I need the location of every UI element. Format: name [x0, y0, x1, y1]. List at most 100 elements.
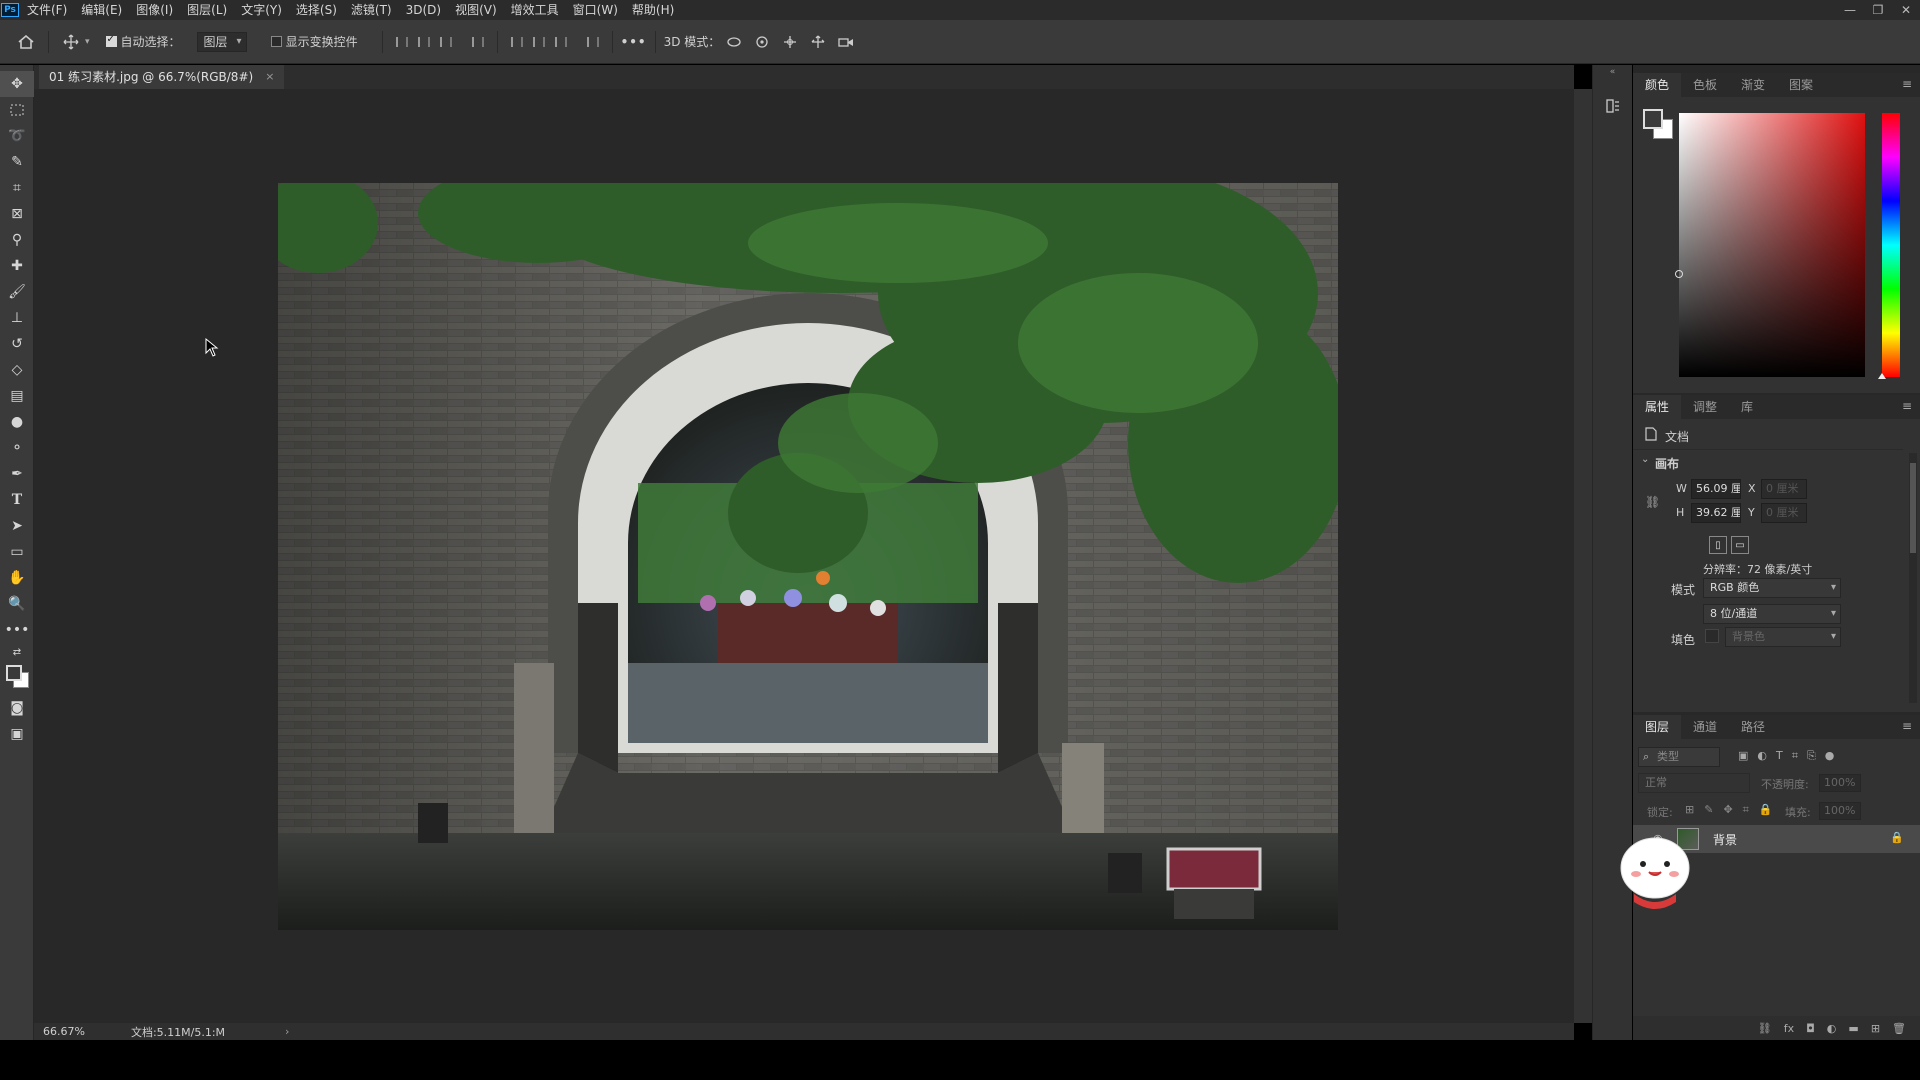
crop-tool-icon[interactable]: ⌗ — [0, 175, 34, 201]
filter-toggle-icon[interactable]: ● — [1825, 749, 1835, 763]
canvas-vertical-scrollbar[interactable] — [1574, 89, 1592, 1023]
align-left-icon[interactable] — [391, 31, 413, 53]
3d-pan-icon[interactable] — [776, 28, 804, 56]
clone-stamp-tool-icon[interactable]: ⊥ — [0, 305, 34, 331]
healing-brush-tool-icon[interactable]: ✚ — [0, 253, 34, 279]
quick-mask-icon[interactable]: ◙ — [0, 695, 34, 721]
foreground-color-swatch[interactable] — [6, 665, 22, 681]
3d-slide-icon[interactable] — [804, 28, 832, 56]
auto-select-target-dropdown[interactable]: 图层 — [196, 31, 247, 52]
close-tab-icon[interactable]: × — [265, 65, 274, 89]
fg-bg-color-swatches[interactable] — [1643, 109, 1675, 141]
tab-paths[interactable]: 路径 — [1729, 715, 1777, 739]
home-icon[interactable] — [12, 28, 40, 56]
zoom-level[interactable]: 66.67% — [43, 1025, 85, 1038]
dodge-tool-icon[interactable]: ⚬ — [0, 435, 34, 461]
eyedropper-tool-icon[interactable]: ⚲ — [0, 227, 34, 253]
lock-artboard-icon[interactable]: ⌗ — [1743, 803, 1749, 817]
menu-type[interactable]: 文字(Y) — [234, 0, 289, 20]
tab-libraries[interactable]: 库 — [1729, 395, 1765, 419]
edit-toolbar-icon[interactable]: ••• — [0, 617, 34, 643]
3d-roll-icon[interactable] — [748, 28, 776, 56]
height-field[interactable]: 39.62 厘米 — [1691, 503, 1741, 523]
lock-all-icon[interactable]: 🔒 — [1759, 803, 1773, 817]
path-selection-tool-icon[interactable]: ➤ — [0, 513, 34, 539]
rectangle-tool-icon[interactable]: ▭ — [0, 539, 34, 565]
color-picker-marker[interactable] — [1675, 270, 1683, 278]
menu-layer[interactable]: 图层(L) — [180, 0, 234, 20]
tab-swatches[interactable]: 色板 — [1681, 73, 1729, 97]
adjustment-layer-filter-icon[interactable]: ◐ — [1757, 749, 1767, 763]
type-tool-icon[interactable]: T — [0, 487, 34, 513]
history-panel-icon[interactable] — [1600, 93, 1626, 119]
tab-channels[interactable]: 通道 — [1681, 715, 1729, 739]
frame-tool-icon[interactable]: ⊠ — [0, 201, 34, 227]
foreground-color-swatch[interactable] — [1643, 109, 1663, 129]
move-tool-preset-icon[interactable] — [57, 28, 85, 56]
more-options-button[interactable]: ••• — [621, 35, 647, 49]
pixel-layer-filter-icon[interactable]: ▣ — [1738, 749, 1748, 763]
y-field[interactable]: 0 厘米 — [1761, 503, 1807, 523]
gradient-tool-icon[interactable]: ▤ — [0, 383, 34, 409]
panel-menu-icon[interactable]: ≡ — [1902, 719, 1912, 733]
panel-menu-icon[interactable]: ≡ — [1902, 77, 1912, 91]
tab-gradients[interactable]: 渐变 — [1729, 73, 1777, 97]
eraser-tool-icon[interactable]: ◇ — [0, 357, 34, 383]
bit-depth-dropdown[interactable]: 8 位/通道 — [1703, 604, 1841, 624]
menu-filter[interactable]: 滤镜(T) — [344, 0, 399, 20]
align-top-icon[interactable] — [506, 31, 528, 53]
document-image[interactable] — [278, 183, 1338, 930]
tab-layers[interactable]: 图层 — [1633, 715, 1682, 739]
menu-3d[interactable]: 3D(D) — [399, 0, 448, 20]
tab-properties[interactable]: 属性 — [1633, 395, 1682, 419]
auto-select-checkbox[interactable] — [105, 34, 117, 47]
blend-mode-dropdown[interactable]: 正常 — [1638, 773, 1750, 793]
fill-swatch[interactable] — [1705, 629, 1719, 643]
width-field[interactable]: 56.09 厘米 — [1691, 479, 1741, 499]
move-tool-icon[interactable]: ✥ — [0, 71, 34, 97]
type-layer-filter-icon[interactable]: T — [1776, 749, 1783, 763]
distribute-vertical-icon[interactable] — [582, 31, 604, 53]
restore-button[interactable]: ❐ — [1864, 0, 1892, 20]
hand-tool-icon[interactable]: ✋ — [0, 565, 34, 591]
layer-name[interactable]: 背景 — [1713, 831, 1737, 848]
tab-adjustments[interactable]: 调整 — [1681, 395, 1729, 419]
lock-transparency-icon[interactable]: ⊞ — [1685, 803, 1694, 817]
align-hcenter-icon[interactable] — [413, 31, 435, 53]
panel-menu-icon[interactable]: ≡ — [1902, 399, 1912, 413]
canvas-area[interactable] — [34, 89, 1574, 1023]
menu-select[interactable]: 选择(S) — [289, 0, 344, 20]
color-swatches[interactable] — [0, 661, 34, 695]
align-right-icon[interactable] — [435, 31, 457, 53]
menu-help[interactable]: 帮助(H) — [625, 0, 681, 20]
delete-layer-icon[interactable]: 🗑 — [1892, 1022, 1906, 1035]
menu-window[interactable]: 窗口(W) — [566, 0, 625, 20]
document-tab[interactable]: 01 练习素材.jpg @ 66.7%(RGB/8#) × — [39, 65, 285, 89]
landscape-orientation-icon[interactable]: ▭ — [1731, 536, 1749, 554]
hue-slider-handle[interactable] — [1878, 373, 1886, 379]
history-brush-tool-icon[interactable]: ↺ — [0, 331, 34, 357]
adjustment-layer-icon[interactable]: ◐ — [1827, 1022, 1837, 1035]
swap-colors-icon[interactable]: ⇄ — [0, 643, 34, 661]
quick-selection-tool-icon[interactable]: ✎ — [0, 149, 34, 175]
x-field[interactable]: 0 厘米 — [1761, 479, 1807, 499]
menu-edit[interactable]: 编辑(E) — [74, 0, 129, 20]
add-mask-icon[interactable]: ◘ — [1806, 1022, 1815, 1035]
brush-tool-icon[interactable]: 🖌 — [0, 279, 34, 305]
opacity-field[interactable]: 100% — [1819, 774, 1861, 792]
new-layer-icon[interactable]: ⊞ — [1871, 1022, 1880, 1035]
blur-tool-icon[interactable]: ● — [0, 409, 34, 435]
minimize-button[interactable]: — — [1836, 0, 1864, 20]
3d-camera-icon[interactable] — [832, 28, 860, 56]
3d-orbit-icon[interactable] — [720, 28, 748, 56]
zoom-tool-icon[interactable]: 🔍 — [0, 591, 34, 617]
smart-object-filter-icon[interactable]: ⎘ — [1807, 749, 1816, 763]
pen-tool-icon[interactable]: ✒ — [0, 461, 34, 487]
close-window-button[interactable]: ✕ — [1892, 0, 1920, 20]
portrait-orientation-icon[interactable]: ▯ — [1709, 536, 1727, 554]
chevron-down-icon[interactable]: ▾ — [85, 37, 90, 47]
hue-slider[interactable] — [1882, 113, 1900, 377]
menu-view[interactable]: 视图(V) — [448, 0, 504, 20]
show-transform-checkbox[interactable] — [270, 36, 282, 47]
tab-patterns[interactable]: 图案 — [1777, 73, 1825, 97]
